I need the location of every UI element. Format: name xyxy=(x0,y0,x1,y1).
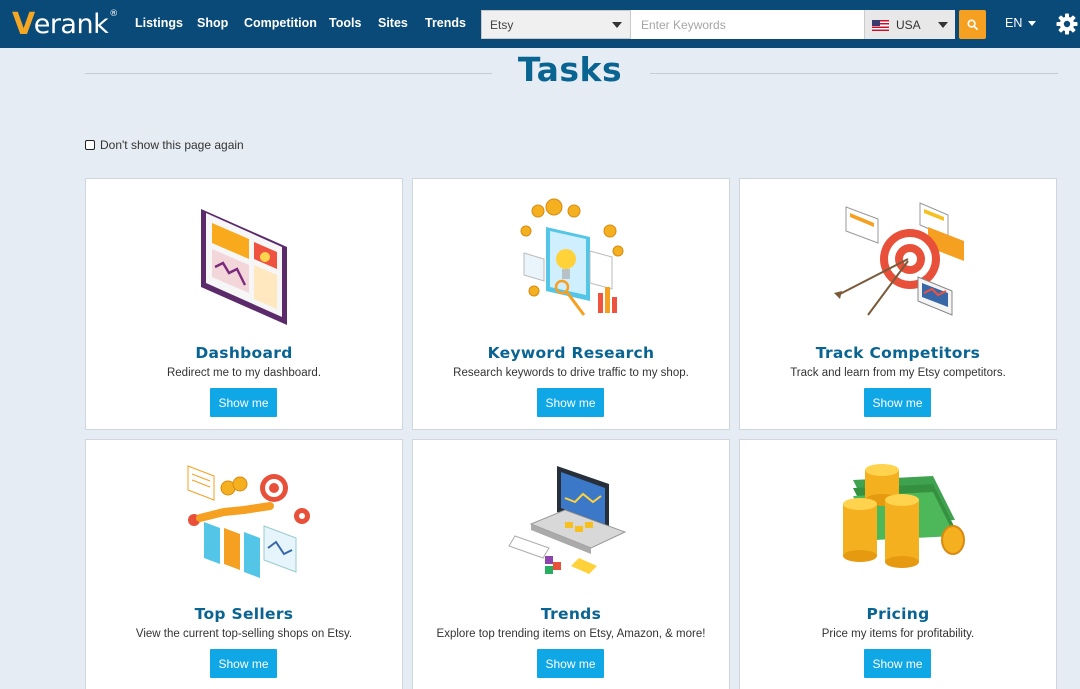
language-value: EN xyxy=(1005,16,1023,30)
task-card-trends: Trends Explore top trending items on Ets… xyxy=(412,439,730,689)
keyword-input[interactable] xyxy=(631,10,864,39)
dont-show-label: Don't show this page again xyxy=(100,138,244,152)
card-title: Top Sellers xyxy=(194,605,294,623)
task-card-pricing: Pricing Price my items for profitability… xyxy=(739,439,1057,689)
erank-logo[interactable]: Verank ® xyxy=(12,6,118,42)
logo-text: erank xyxy=(33,8,109,40)
nav-sites[interactable]: Sites xyxy=(378,16,408,30)
us-flag-icon xyxy=(872,19,889,31)
card-title: Trends xyxy=(540,605,602,623)
title-divider-right xyxy=(650,73,1058,74)
country-select-label: USA xyxy=(872,18,921,32)
dont-show-checkbox[interactable] xyxy=(85,140,95,150)
show-me-button-top-sellers[interactable]: Show me xyxy=(210,649,277,678)
chevron-down-icon xyxy=(1028,20,1037,26)
chevron-down-icon xyxy=(938,21,948,28)
dashboard-illustration xyxy=(86,197,402,327)
task-card-track-competitors: Track Competitors Track and learn from m… xyxy=(739,178,1057,430)
search-button[interactable] xyxy=(959,10,986,39)
search-bar: Etsy USA xyxy=(481,10,955,39)
show-me-button-pricing[interactable]: Show me xyxy=(864,649,931,678)
task-card-dashboard: Dashboard Redirect me to my dashboard. S… xyxy=(85,178,403,430)
chevron-down-icon xyxy=(612,21,622,28)
site-select-value: Etsy xyxy=(490,17,514,32)
card-description: View the current top-selling shops on Et… xyxy=(135,628,353,640)
show-me-button-keyword-research[interactable]: Show me xyxy=(537,388,604,417)
country-value: USA xyxy=(896,17,921,32)
site-select[interactable]: Etsy xyxy=(481,10,631,39)
show-me-button-dashboard[interactable]: Show me xyxy=(210,388,277,417)
logo-registered-mark: ® xyxy=(109,9,118,19)
keyword-research-illustration xyxy=(413,197,729,327)
gear-icon[interactable] xyxy=(1055,12,1079,36)
page-title: Tasks xyxy=(517,50,623,89)
nav-listings[interactable]: Listings xyxy=(135,16,183,30)
show-me-button-trends[interactable]: Show me xyxy=(537,649,604,678)
top-navbar: Verank ® Listings Shop Competition Tools … xyxy=(0,0,1080,48)
card-description: Track and learn from my Etsy competitors… xyxy=(790,367,1006,379)
card-description: Price my items for profitability. xyxy=(821,628,975,640)
language-select[interactable]: EN xyxy=(1005,16,1037,30)
logo-v-mark: V xyxy=(12,6,35,42)
card-description: Explore top trending items on Etsy, Amaz… xyxy=(436,628,706,640)
card-title: Keyword Research xyxy=(487,344,655,362)
show-me-button-track-competitors[interactable]: Show me xyxy=(864,388,931,417)
search-icon xyxy=(967,19,978,30)
card-title: Track Competitors xyxy=(815,344,981,362)
track-competitors-illustration xyxy=(740,197,1056,327)
top-sellers-illustration xyxy=(86,462,402,592)
nav-shop[interactable]: Shop xyxy=(197,16,228,30)
nav-competition[interactable]: Competition xyxy=(244,16,317,30)
title-divider-left xyxy=(85,73,492,74)
card-description: Research keywords to drive traffic to my… xyxy=(453,367,689,379)
card-title: Dashboard xyxy=(195,344,293,362)
country-select[interactable]: USA xyxy=(864,10,955,39)
nav-trends[interactable]: Trends xyxy=(425,16,466,30)
pricing-illustration xyxy=(740,462,1056,592)
dont-show-again[interactable]: Don't show this page again xyxy=(85,138,244,152)
nav-tools[interactable]: Tools xyxy=(329,16,361,30)
card-description: Redirect me to my dashboard. xyxy=(166,367,322,379)
task-card-keyword-research: Keyword Research Research keywords to dr… xyxy=(412,178,730,430)
trends-illustration xyxy=(413,462,729,592)
task-card-top-sellers: Top Sellers View the current top-selling… xyxy=(85,439,403,689)
card-title: Pricing xyxy=(866,605,930,623)
